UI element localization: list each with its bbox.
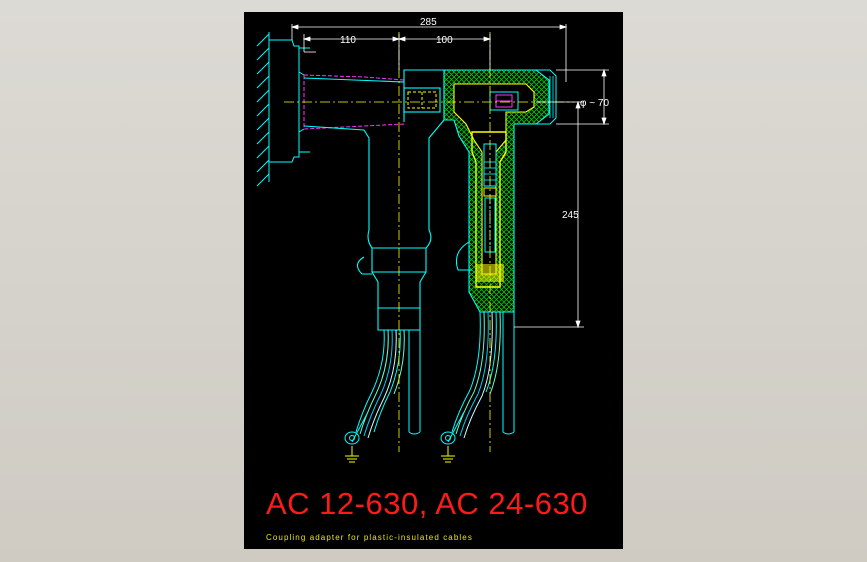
dim-right-width: 100 bbox=[436, 35, 453, 46]
dim-left-width: 110 bbox=[340, 35, 356, 46]
left-cable bbox=[344, 329, 421, 445]
left-connector-body bbox=[303, 69, 445, 331]
drawing-sheet: 285 110 100 245 φ ~ 70 AC 12-630, AC 24-… bbox=[244, 12, 623, 549]
dim-overall-width: 285 bbox=[420, 17, 437, 28]
technical-drawing: 285 110 100 245 φ ~ 70 bbox=[256, 17, 609, 463]
right-cable bbox=[440, 311, 515, 445]
dimension-lines bbox=[290, 24, 609, 329]
drawing-title: AC 12-630, AC 24-630 bbox=[266, 486, 588, 521]
drawing-subtitle: Coupling adapter for plastic-insulated c… bbox=[266, 533, 473, 542]
dim-height: 245 bbox=[562, 210, 579, 221]
dim-diameter: φ ~ 70 bbox=[580, 98, 609, 109]
right-connector-section bbox=[443, 69, 557, 313]
right-ground-symbol bbox=[441, 446, 455, 463]
wall-hatch bbox=[256, 32, 270, 187]
left-ground-symbol bbox=[345, 446, 359, 463]
